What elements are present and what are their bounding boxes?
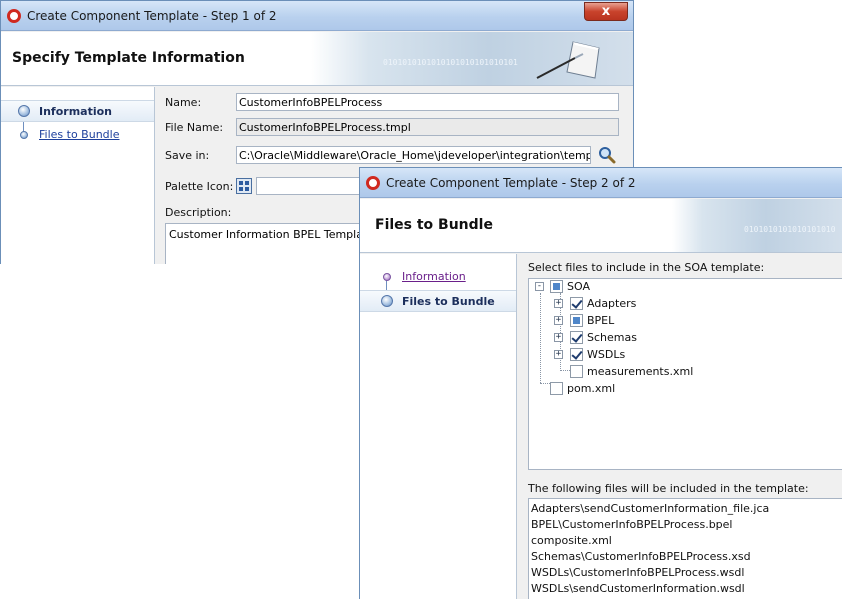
checkbox-schemas[interactable] — [570, 331, 583, 344]
step-dot-icon — [383, 273, 391, 281]
tree-label-adapters: Adapters — [587, 297, 637, 310]
tree-label-measurements: measurements.xml — [587, 365, 694, 378]
nav-label-files-to-bundle[interactable]: Files to Bundle — [402, 295, 495, 308]
step2-nav-panel: Information Files to Bundle — [360, 254, 517, 599]
step-dot-icon — [381, 295, 393, 307]
name-label: Name: — [165, 96, 202, 109]
checkbox-bpel[interactable] — [570, 314, 583, 327]
list-item: WSDLs\sendCustomerInformation.wsdl — [531, 582, 745, 595]
list-item: WSDLs\CustomerInfoBPELProcess.wsdl — [531, 566, 745, 579]
tree-label-bpel: BPEL — [587, 314, 615, 327]
expand-icon[interactable]: + — [554, 333, 563, 342]
step1-window-title: Create Component Template - Step 1 of 2 — [27, 9, 277, 23]
step2-header: 0101010101010101010 Files to Bundle — [360, 199, 842, 253]
tree-node-adapters[interactable]: + Adapters — [529, 296, 829, 312]
description-label: Description: — [165, 206, 232, 219]
tree-label-pom: pom.xml — [567, 382, 616, 395]
files-tree[interactable]: - SOA + Adapters + BPEL + Schemas + WSDL… — [528, 278, 842, 470]
step2-nav-item-information[interactable]: Information — [360, 266, 516, 288]
oracle-app-icon — [366, 176, 380, 190]
wizard-logo-icon — [536, 41, 600, 79]
tree-node-wsdls[interactable]: + WSDLs — [529, 347, 829, 363]
checkbox-measurements[interactable] — [570, 365, 583, 378]
nav-label-files-to-bundle[interactable]: Files to Bundle — [39, 128, 119, 141]
description-text: Customer Information BPEL Template — [169, 228, 375, 241]
checkbox-wsdls[interactable] — [570, 348, 583, 361]
step2-page-title: Files to Bundle — [375, 217, 493, 233]
step2-nav-item-files[interactable]: Files to Bundle — [360, 290, 516, 312]
nav-label-information[interactable]: Information — [39, 105, 112, 118]
step1-page-title: Specify Template Information — [12, 50, 245, 66]
step-dot-icon — [18, 105, 30, 117]
filename-field: CustomerInfoBPELProcess.tmpl — [236, 118, 619, 136]
step2-titlebar[interactable]: Create Component Template - Step 2 of 2 — [360, 168, 842, 198]
step1-titlebar[interactable]: Create Component Template - Step 1 of 2 … — [1, 1, 633, 31]
tree-node-pom[interactable]: pom.xml — [529, 381, 829, 397]
tree-node-schemas[interactable]: + Schemas — [529, 330, 829, 346]
step1-header-binary: 0101010101010101010101010101 — [383, 58, 518, 67]
step-dot-icon — [20, 131, 28, 139]
checkbox-soa[interactable] — [550, 280, 563, 293]
tree-label-soa: SOA — [567, 280, 590, 293]
step1-nav-item-information[interactable]: Information — [1, 100, 154, 122]
step2-header-binary: 0101010101010101010 — [744, 225, 836, 234]
tree-label-schemas: Schemas — [587, 331, 637, 344]
expand-icon[interactable]: + — [554, 299, 563, 308]
select-files-label: Select files to include in the SOA templ… — [528, 261, 765, 274]
tree-node-measurements[interactable]: measurements.xml — [529, 364, 829, 380]
close-icon[interactable]: x — [584, 2, 628, 21]
included-files-list[interactable]: Adapters\sendCustomerInformation_file.jc… — [528, 498, 842, 599]
name-field[interactable]: CustomerInfoBPELProcess — [236, 93, 619, 111]
palette-grid-icon[interactable] — [236, 178, 252, 194]
step2-dialog: Create Component Template - Step 2 of 2 … — [359, 167, 842, 599]
checkbox-pom[interactable] — [550, 382, 563, 395]
list-item: Adapters\sendCustomerInformation_file.jc… — [531, 502, 770, 515]
list-item: Schemas\CustomerInfoBPELProcess.xsd — [531, 550, 751, 563]
nav-label-information[interactable]: Information — [402, 270, 466, 283]
step1-nav-item-files[interactable]: Files to Bundle — [1, 124, 154, 146]
step1-nav-panel: Information Files to Bundle — [1, 87, 155, 264]
filename-label: File Name: — [165, 121, 224, 134]
expand-icon[interactable]: + — [554, 350, 563, 359]
included-files-label: The following files will be included in … — [528, 482, 809, 495]
savein-label: Save in: — [165, 149, 210, 162]
list-item: composite.xml — [531, 534, 612, 547]
search-icon[interactable] — [598, 146, 616, 164]
step2-content: Select files to include in the SOA templ… — [518, 254, 842, 599]
step1-header: 0101010101010101010101010101 Specify Tem… — [1, 32, 633, 86]
list-item: BPEL\CustomerInfoBPELProcess.bpel — [531, 518, 733, 531]
step2-window-title: Create Component Template - Step 2 of 2 — [386, 176, 636, 190]
savein-field[interactable]: C:\Oracle\Middleware\Oracle_Home\jdevelo… — [236, 146, 591, 164]
tree-node-bpel[interactable]: + BPEL — [529, 313, 829, 329]
tree-label-wsdls: WSDLs — [587, 348, 626, 361]
collapse-icon[interactable]: - — [535, 282, 544, 291]
checkbox-adapters[interactable] — [570, 297, 583, 310]
palette-icon-label: Palette Icon: — [165, 180, 234, 193]
oracle-app-icon — [7, 9, 21, 23]
tree-node-soa[interactable]: - SOA — [529, 279, 829, 295]
expand-icon[interactable]: + — [554, 316, 563, 325]
